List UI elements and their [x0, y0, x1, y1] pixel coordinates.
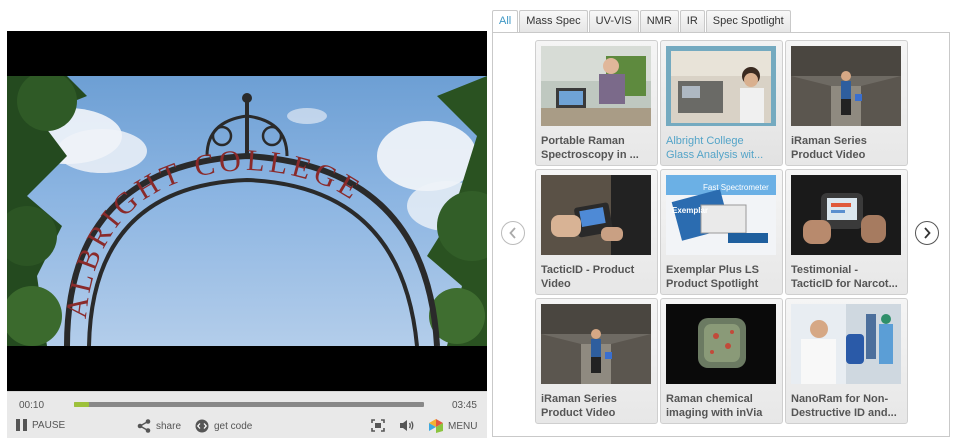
device-brand: Exemplar — [672, 206, 708, 215]
tab-nmr[interactable]: NMR — [639, 10, 679, 32]
pause-icon — [16, 419, 27, 431]
progress-fill — [74, 402, 90, 407]
video-thumbnail — [541, 304, 651, 384]
share-label: share — [156, 420, 182, 432]
video-thumbnail — [541, 175, 651, 255]
device-caption: Fast Spectrometer — [703, 183, 769, 192]
video-thumbnail: Fast Spectrometer Exemplar — [666, 175, 776, 255]
duration-time: 03:45 — [451, 400, 477, 411]
video-card[interactable]: iRaman Series Product Video — [535, 298, 658, 424]
video-thumbnail — [666, 46, 776, 126]
video-card[interactable]: Raman chemical imaging with inVia — [660, 298, 783, 424]
video-thumbnail — [791, 46, 901, 126]
video-thumbnail — [791, 175, 901, 255]
video-title: NanoRam for Non- Destructive ID and... — [791, 393, 897, 419]
current-time: 00:10 — [19, 400, 45, 411]
get-code-label: get code — [214, 420, 253, 432]
fullscreen-button[interactable] — [371, 419, 385, 432]
video-card[interactable]: NanoRam for Non- Destructive ID and... — [785, 298, 908, 424]
video-card[interactable]: iRaman Series Product Video — [785, 40, 908, 166]
tab-mass-spec[interactable]: Mass Spec — [519, 10, 588, 32]
video-card[interactable]: Testimonial - TacticID for Narcot... — [785, 169, 908, 295]
pause-label: PAUSE — [32, 419, 66, 431]
video-screen[interactable]: ALBRIGHT COLLEGE — [7, 31, 487, 391]
pause-button[interactable]: PAUSE — [16, 419, 65, 431]
chevron-left-icon — [509, 227, 516, 239]
video-title: Albright College Glass Analysis wit... — [666, 135, 764, 161]
share-icon — [137, 419, 151, 433]
progress-bar[interactable] — [74, 402, 424, 407]
chevron-right-icon — [924, 227, 931, 239]
video-title: Portable Raman Spectroscopy in ... — [541, 135, 639, 161]
volume-button[interactable] — [399, 419, 415, 432]
video-title: iRaman Series Product Video — [791, 135, 867, 161]
fullscreen-icon — [371, 419, 385, 432]
video-card-active[interactable]: Albright College Glass Analysis wit... — [660, 40, 783, 166]
video-title: Exemplar Plus LS Product Spotlight — [666, 264, 759, 290]
video-gallery: Portable Raman Spectroscopy in ... Albri… — [492, 32, 950, 437]
video-title: iRaman Series Product Video — [541, 393, 617, 419]
video-card[interactable]: TacticID - Product Video — [535, 169, 658, 295]
video-grid: Portable Raman Spectroscopy in ... Albri… — [535, 40, 909, 430]
previous-page-button[interactable] — [501, 221, 525, 245]
video-player[interactable]: ALBRIGHT COLLEGE 00:10 03:45 PAUSE share — [7, 31, 487, 438]
category-tabs: All Mass Spec UV-VIS NMR IR Spec Spotlig… — [492, 10, 792, 33]
get-code-button[interactable]: get code — [195, 419, 252, 433]
video-card[interactable]: Portable Raman Spectroscopy in ... — [535, 40, 658, 166]
share-button[interactable]: share — [137, 419, 181, 433]
player-controls: 00:10 03:45 PAUSE share get code MENU — [7, 391, 487, 438]
code-icon — [195, 419, 209, 433]
video-title: Testimonial - TacticID for Narcot... — [791, 264, 898, 290]
menu-label: MENU — [448, 420, 478, 432]
video-title: Raman chemical imaging with inVia — [666, 393, 763, 419]
video-frame: ALBRIGHT COLLEGE — [7, 76, 487, 346]
menu-button[interactable]: MENU — [429, 419, 477, 433]
video-thumbnail — [666, 304, 776, 384]
menu-logo-icon — [429, 419, 443, 433]
tab-ir[interactable]: IR — [679, 10, 705, 32]
video-title: TacticID - Product Video — [541, 264, 635, 290]
video-frame-image: ALBRIGHT COLLEGE — [7, 76, 487, 346]
video-thumbnail — [791, 304, 901, 384]
tab-all[interactable]: All — [492, 10, 519, 33]
tab-spec-spotlight[interactable]: Spec Spotlight — [705, 10, 791, 32]
tab-uv-vis[interactable]: UV-VIS — [588, 10, 639, 32]
volume-icon — [400, 420, 414, 431]
video-card[interactable]: Fast Spectrometer Exemplar Exemplar Plus… — [660, 169, 783, 295]
next-page-button[interactable] — [915, 221, 939, 245]
video-thumbnail — [541, 46, 651, 126]
